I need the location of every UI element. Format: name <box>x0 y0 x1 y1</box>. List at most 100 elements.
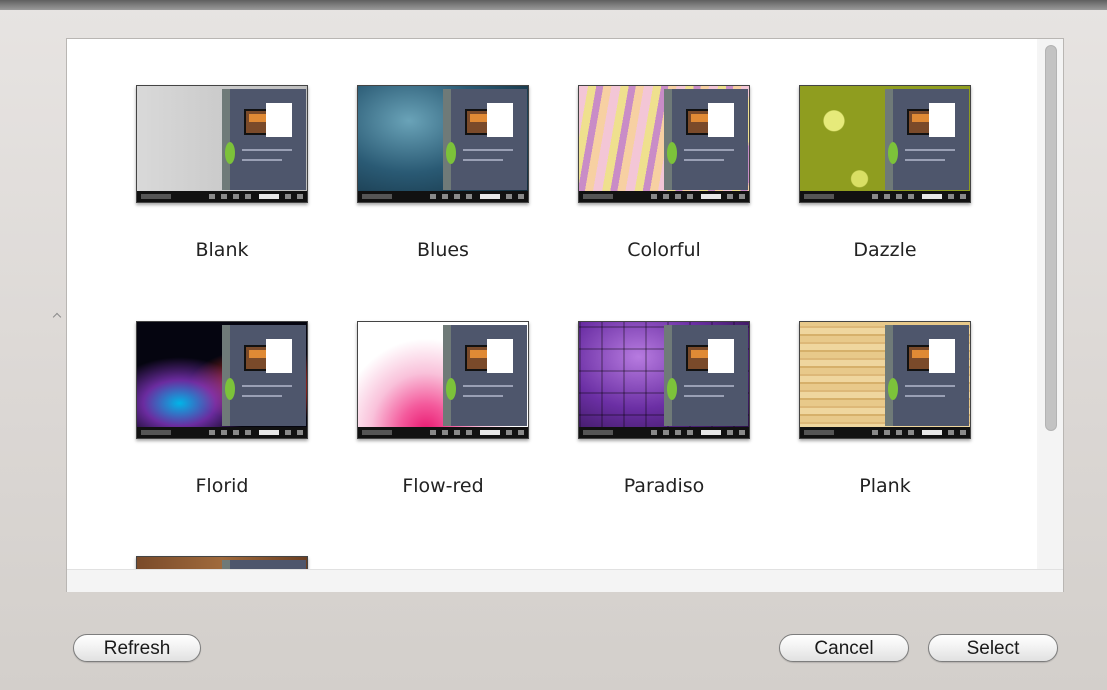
template-blues[interactable]: Blues <box>357 85 529 261</box>
page-text-line <box>463 149 513 151</box>
page-text-line <box>242 385 292 387</box>
thumbnail-toolbar <box>137 191 307 202</box>
template-thumbnail[interactable] <box>136 556 308 569</box>
template-thumbnail[interactable] <box>136 321 308 439</box>
page-text-line <box>684 395 724 397</box>
toolbar-logo <box>141 194 171 199</box>
template-label: Blank <box>195 239 249 261</box>
toolbar-button <box>297 430 303 435</box>
panel-bottom-strip <box>67 569 1063 592</box>
leaf-ornament <box>446 142 456 164</box>
toolbar-button <box>430 430 436 435</box>
thumbnail-toolbar <box>800 427 970 438</box>
toolbar-page-box <box>259 194 279 199</box>
toolbar-button <box>663 430 669 435</box>
toolbar-page-box <box>922 430 942 435</box>
template-thumbnail[interactable] <box>578 85 750 203</box>
page-text-line <box>242 149 292 151</box>
toolbar-button <box>506 430 512 435</box>
refresh-button[interactable]: Refresh <box>73 634 201 662</box>
page-text-line <box>684 149 734 151</box>
resize-indicator <box>52 312 62 322</box>
leaf-ornament <box>667 378 677 400</box>
thumbnail-toolbar <box>358 427 528 438</box>
toolbar-button <box>209 194 215 199</box>
toolbar-button <box>245 194 251 199</box>
page-sketch <box>929 339 955 373</box>
toolbar-button <box>297 194 303 199</box>
leaf-ornament <box>888 378 898 400</box>
toolbar-logo <box>141 430 171 435</box>
toolbar-button <box>506 194 512 199</box>
toolbar-button <box>442 430 448 435</box>
template-flow-red[interactable]: Flow-red <box>357 321 529 497</box>
book-page <box>893 325 969 426</box>
toolbar-button <box>285 430 291 435</box>
toolbar-button <box>675 430 681 435</box>
select-button[interactable]: Select <box>928 634 1058 662</box>
toolbar-button <box>896 430 902 435</box>
toolbar-page-box <box>701 430 721 435</box>
page-sketch <box>487 339 513 373</box>
vertical-scrollbar[interactable] <box>1039 39 1063 569</box>
template-thumbnail[interactable] <box>799 85 971 203</box>
template-partial[interactable] <box>136 556 308 569</box>
book-page <box>672 325 748 426</box>
template-thumbnail[interactable] <box>136 85 308 203</box>
toolbar-button <box>727 430 733 435</box>
template-label: Dazzle <box>853 239 917 261</box>
toolbar-button <box>518 430 524 435</box>
toolbar-button <box>233 194 239 199</box>
page-text-line <box>905 395 945 397</box>
page-sketch <box>708 339 734 373</box>
toolbar-button <box>872 194 878 199</box>
book-page <box>230 325 306 426</box>
leaf-ornament <box>446 378 456 400</box>
template-label: Blues <box>417 239 469 261</box>
toolbar-button <box>908 430 914 435</box>
page-text-line <box>463 385 513 387</box>
toolbar-logo <box>804 430 834 435</box>
template-thumbnail[interactable] <box>799 321 971 439</box>
book-page <box>230 560 306 569</box>
template-thumbnail[interactable] <box>357 321 529 439</box>
book-page <box>230 89 306 190</box>
toolbar-button <box>209 430 215 435</box>
leaf-ornament <box>225 142 235 164</box>
page-text-line <box>905 149 955 151</box>
template-florid[interactable]: Florid <box>136 321 308 497</box>
book-page <box>451 325 527 426</box>
toolbar-logo <box>362 430 392 435</box>
toolbar-button <box>221 430 227 435</box>
template-paradiso[interactable]: Paradiso <box>578 321 750 497</box>
template-label: Flow-red <box>402 475 484 497</box>
toolbar-button <box>739 194 745 199</box>
toolbar-button <box>430 194 436 199</box>
page-sketch <box>266 103 292 137</box>
cancel-button[interactable]: Cancel <box>779 634 909 662</box>
toolbar-page-box <box>701 194 721 199</box>
template-colorful[interactable]: Colorful <box>578 85 750 261</box>
leaf-ornament <box>667 142 677 164</box>
template-plank[interactable]: Plank <box>799 321 971 497</box>
template-blank[interactable]: Blank <box>136 85 308 261</box>
page-text-line <box>242 395 282 397</box>
template-thumbnail[interactable] <box>357 85 529 203</box>
page-sketch <box>266 339 292 373</box>
scrollbar-thumb[interactable] <box>1045 45 1057 431</box>
page-text-line <box>684 385 734 387</box>
toolbar-logo <box>362 194 392 199</box>
template-thumbnail[interactable] <box>578 321 750 439</box>
toolbar-button <box>466 194 472 199</box>
template-grid[interactable]: Blank Blues Colorful Dazzle Florid Flow-… <box>67 39 1037 569</box>
toolbar-button <box>454 194 460 199</box>
leaf-ornament <box>225 378 235 400</box>
toolbar-logo <box>804 194 834 199</box>
leaf-ornament <box>888 142 898 164</box>
toolbar-button <box>960 430 966 435</box>
thumbnail-toolbar <box>137 427 307 438</box>
toolbar-button <box>233 430 239 435</box>
page-sketch <box>929 103 955 137</box>
template-label: Colorful <box>627 239 701 261</box>
template-dazzle[interactable]: Dazzle <box>799 85 971 261</box>
